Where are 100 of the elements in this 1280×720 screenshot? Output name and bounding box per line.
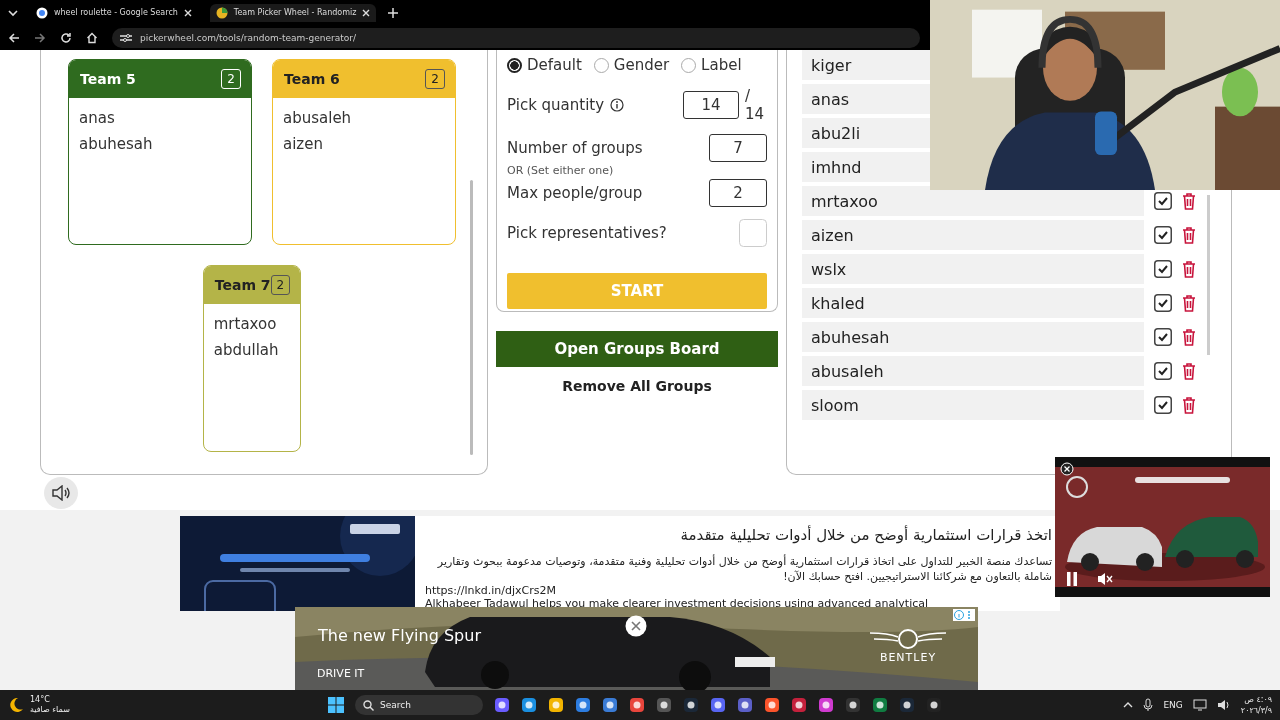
temperature: 14°C — [30, 695, 51, 705]
moon-icon — [8, 697, 24, 713]
representatives-label: Pick representatives? — [507, 224, 667, 242]
ad-text: تساعدك منصة الخبير للتداول على اتخاذ قرارات استثمارية أوضح من خلال أدوات تحليلية وفنية متقدمة، وتوصيات مدعومة ببحوث وتقارير شاملة بالتعاون مع شركائنا الاستراتيجيين. افتح حسابك الآن! — [436, 554, 1052, 584]
ad-headline: The new Flying Spur — [318, 626, 481, 645]
app-icon[interactable] — [575, 697, 591, 713]
radio-option[interactable]: Default — [507, 56, 582, 74]
monitor-icon[interactable] — [1192, 699, 1207, 711]
checkbox[interactable] — [1154, 294, 1172, 312]
info-icon[interactable] — [610, 98, 625, 112]
entry-name: sloom — [802, 390, 1144, 420]
groups-label: Number of groups — [507, 139, 643, 157]
mute-icon[interactable] — [1097, 572, 1113, 586]
trash-icon[interactable] — [1182, 260, 1196, 278]
clock-date: ٢٠٢٦/٣/٩ — [1240, 705, 1272, 716]
member-count: 2 — [221, 69, 241, 89]
new-tab-icon[interactable] — [388, 7, 399, 18]
ad-cta[interactable]: DRIVE IT — [317, 667, 365, 680]
chevron-icon[interactable] — [8, 8, 18, 17]
scrollbar[interactable] — [1207, 195, 1210, 355]
checkbox[interactable] — [1154, 396, 1172, 414]
quantity-field[interactable]: 14 — [683, 91, 739, 119]
app-icon[interactable] — [926, 697, 942, 713]
entry-name: khaled — [802, 288, 1144, 318]
app-icon[interactable] — [791, 697, 807, 713]
app-icon[interactable] — [710, 697, 726, 713]
member-count: 2 — [425, 69, 445, 89]
entry-name: abusaleh — [802, 356, 1144, 386]
trash-icon[interactable] — [1182, 362, 1196, 380]
team-name: Team 6 — [284, 71, 340, 87]
site-info-icon[interactable] — [120, 32, 132, 43]
radio-option[interactable]: Label — [681, 56, 742, 74]
trash-icon[interactable] — [1182, 294, 1196, 312]
speaker-icon — [52, 485, 70, 501]
sound-button[interactable] — [44, 477, 78, 509]
close-icon[interactable] — [183, 8, 192, 17]
app-icon[interactable] — [548, 697, 564, 713]
checkbox[interactable] — [1154, 226, 1172, 244]
app-icon[interactable] — [818, 697, 834, 713]
radio-option[interactable]: Gender — [593, 56, 670, 74]
search-field[interactable]: Search — [355, 695, 483, 715]
max-people-label: Max people/group — [507, 184, 643, 202]
checkbox[interactable] — [1154, 260, 1172, 278]
scrollbar[interactable] — [470, 180, 473, 455]
checkbox[interactable] — [1154, 328, 1172, 346]
close-icon[interactable] — [625, 615, 647, 637]
checkbox[interactable] — [1154, 192, 1172, 210]
team-member: anas — [79, 108, 116, 129]
home-icon[interactable] — [86, 31, 98, 44]
browser-tab[interactable]: wheel roulette - Google Search — [30, 3, 198, 22]
app-icon[interactable] — [737, 697, 753, 713]
team-member: aizen — [283, 134, 324, 155]
remove-groups-button[interactable]: Remove All Groups — [556, 377, 718, 395]
microphone-icon[interactable] — [1143, 698, 1154, 712]
team-member: mrtaxoo — [213, 314, 278, 335]
weather-text: سماء صافية — [30, 705, 70, 715]
team-member: abdullah — [213, 340, 280, 361]
windows-icon[interactable] — [328, 697, 344, 713]
ad-title: اتخذ قرارات استثمارية أوضح من خلال أدوات تحليلية متقدمة — [679, 526, 1052, 544]
app-icon[interactable] — [683, 697, 699, 713]
entry-name: abuhesah — [802, 322, 1144, 352]
trash-icon[interactable] — [1182, 396, 1196, 414]
app-icon[interactable] — [602, 697, 618, 713]
reload-icon[interactable] — [60, 31, 72, 44]
team-member: abuhesah — [79, 134, 154, 155]
open-groups-button[interactable]: Open Groups Board — [496, 331, 778, 367]
app-icon[interactable] — [845, 697, 861, 713]
team-member: abusaleh — [283, 108, 353, 129]
team-name: Team 5 — [80, 71, 136, 87]
favicon-icon — [36, 6, 48, 19]
max-people-field[interactable]: 2 — [709, 179, 767, 207]
trash-icon[interactable] — [1182, 328, 1196, 346]
checkbox[interactable] — [1154, 362, 1172, 380]
chevron-icon[interactable] — [1123, 701, 1134, 709]
app-icon[interactable] — [629, 697, 645, 713]
hint-text: OR (Set either one) — [507, 164, 615, 177]
brand-name: BENTLEY — [879, 651, 937, 664]
forward-icon[interactable] — [34, 31, 46, 44]
browser-tab[interactable]: Team Picker Wheel - Randomiz — [209, 3, 377, 22]
language-indicator[interactable]: ENG — [1163, 700, 1183, 710]
search-icon — [363, 699, 374, 711]
app-icon[interactable] — [899, 697, 915, 713]
ad-link[interactable]: https://lnkd.in/djxCrs2M — [425, 584, 556, 597]
entry-name: aizen — [802, 220, 1144, 250]
pause-icon[interactable] — [1066, 572, 1078, 586]
member-count: 2 — [270, 275, 291, 295]
speaker-icon[interactable] — [1216, 699, 1231, 711]
trash-icon[interactable] — [1182, 226, 1196, 244]
app-icon[interactable] — [764, 697, 780, 713]
app-icon[interactable] — [872, 697, 888, 713]
back-icon[interactable] — [8, 31, 20, 44]
trash-icon[interactable] — [1182, 192, 1196, 210]
app-icon[interactable] — [521, 697, 537, 713]
close-icon[interactable] — [362, 8, 371, 17]
app-icon[interactable] — [656, 697, 672, 713]
groups-field[interactable]: 7 — [709, 134, 767, 162]
address-bar[interactable]: pickerwheel.com/tools/random-team-generator/ — [112, 27, 920, 48]
quantity-total: / 14 — [745, 87, 766, 123]
team-name: Team 7 — [214, 277, 271, 293]
app-icon[interactable] — [494, 697, 510, 713]
